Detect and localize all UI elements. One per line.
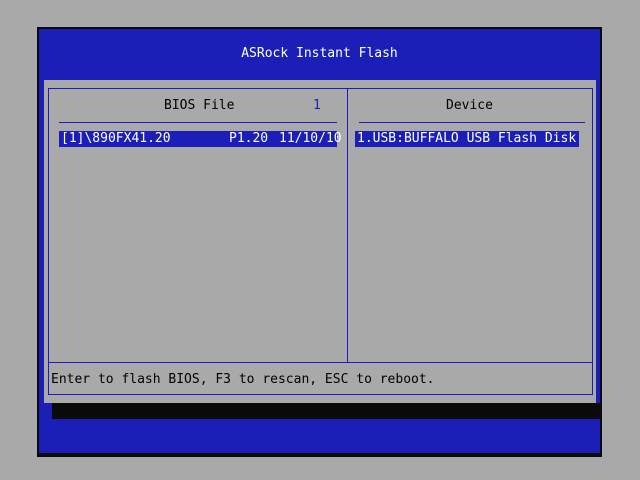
device-header-underline	[359, 122, 585, 123]
bios-file-version: P1.20	[229, 131, 269, 146]
bios-file-count: 1	[313, 98, 321, 113]
main-panel: BIOS File 1 Device [1]\890FX41.20 P1.20 …	[44, 80, 596, 403]
device-label: 1.USB:BUFFALO USB Flash Disk	[357, 131, 577, 146]
column-divider	[347, 89, 348, 362]
panel-shadow	[52, 403, 601, 419]
bios-file-name: [1]\890FX41.20	[61, 131, 171, 146]
device-header: Device	[446, 98, 493, 113]
bios-file-date: 11/10/10	[279, 131, 342, 146]
device-row[interactable]: 1.USB:BUFFALO USB Flash Disk	[355, 131, 579, 147]
bios-header-underline	[59, 122, 337, 123]
bios-file-row[interactable]: [1]\890FX41.20 P1.20 11/10/10	[59, 131, 342, 147]
help-text: Enter to flash BIOS, F3 to rescan, ESC t…	[51, 372, 435, 387]
panel-border: BIOS File 1 Device [1]\890FX41.20 P1.20 …	[48, 88, 593, 395]
window-title: ASRock Instant Flash	[241, 46, 398, 61]
bios-file-header: BIOS File	[164, 98, 235, 113]
footer-divider	[49, 362, 592, 363]
